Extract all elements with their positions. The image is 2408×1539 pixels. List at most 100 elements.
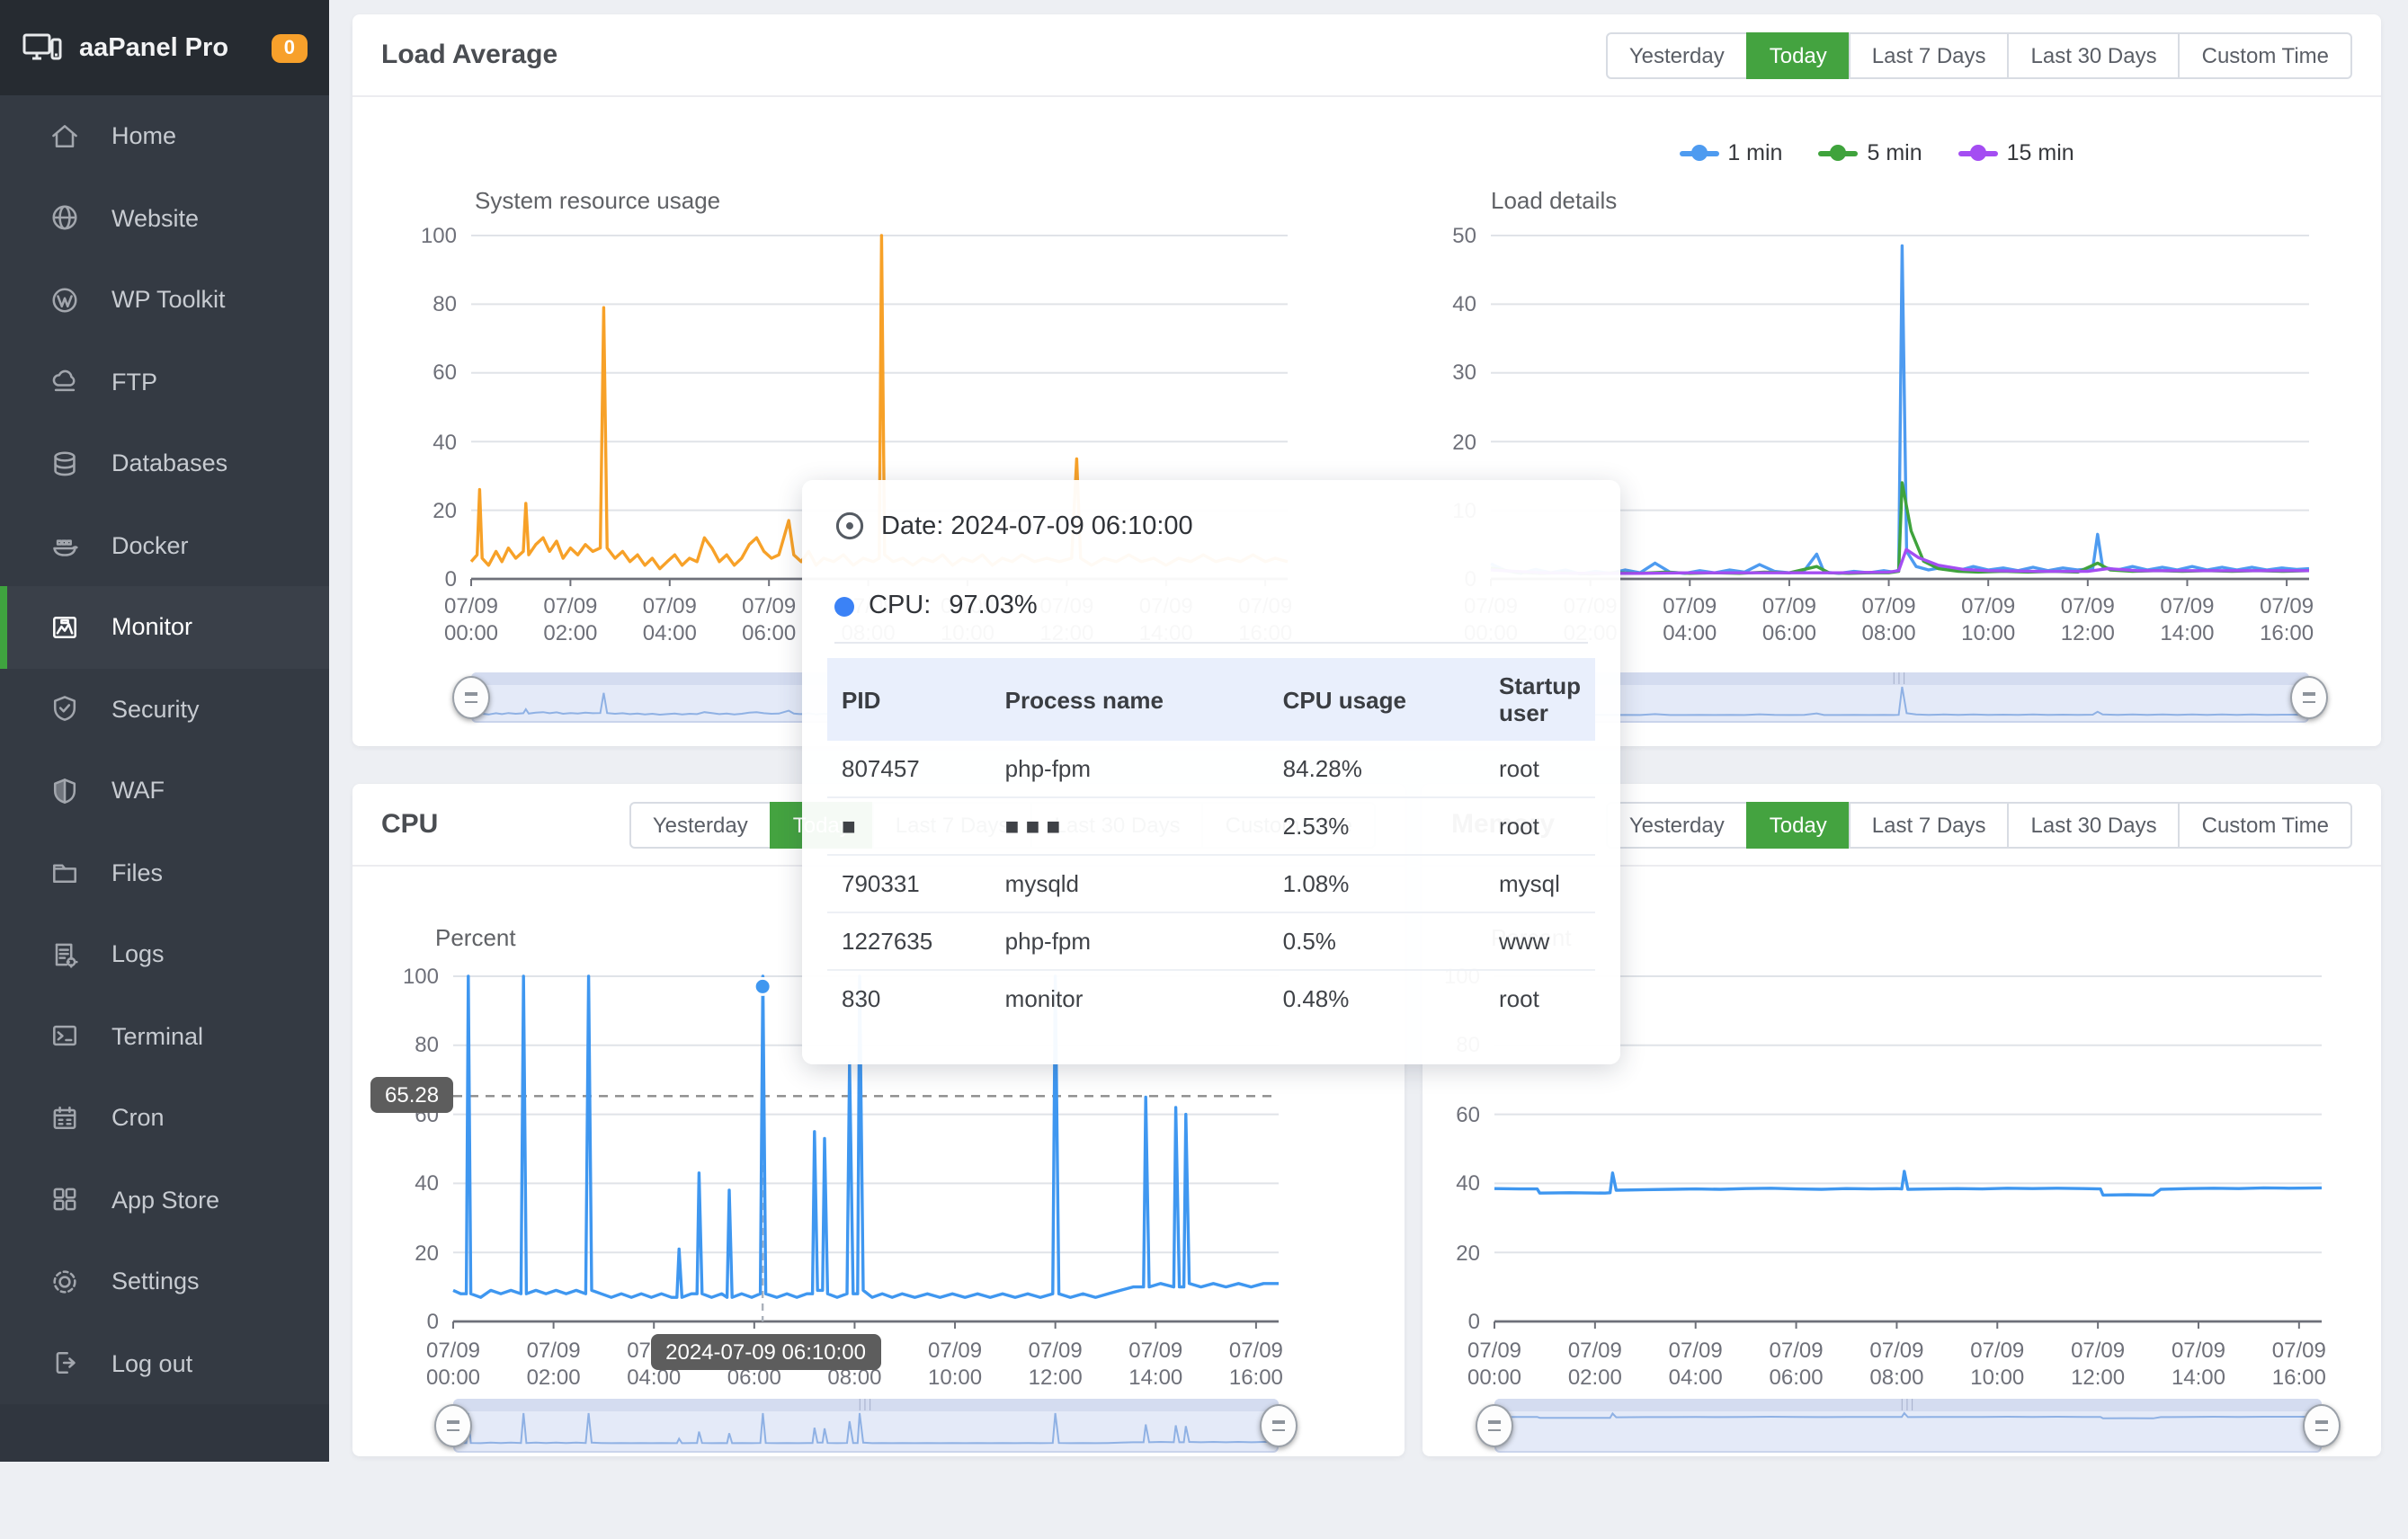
sidebar-item-label: WAF xyxy=(111,778,165,805)
x-axis-label: 07/0908:00 xyxy=(1833,593,1945,647)
y-axis-label: 40 xyxy=(1437,1170,1480,1196)
y-axis-label: 20 xyxy=(1437,1240,1480,1265)
time-button-today[interactable]: Today xyxy=(1746,31,1851,78)
time-button-yesterday[interactable]: Yesterday xyxy=(629,801,771,848)
x-axis-label: 07/0910:00 xyxy=(1932,593,2044,647)
sidebar-item-databases[interactable]: Databases xyxy=(0,423,329,504)
process-table-row: 830monitor0.48%root xyxy=(827,970,1595,1027)
legend-marker-icon xyxy=(1818,150,1858,156)
legend-item-5-min[interactable]: 5 min xyxy=(1818,140,1922,165)
y-axis-label: 20 xyxy=(1423,429,1476,454)
sidebar-item-docker[interactable]: Docker xyxy=(0,504,329,586)
sidebar-item-label: Docker xyxy=(111,532,189,559)
globe-icon xyxy=(49,202,81,235)
datazoom-handle-left[interactable] xyxy=(1476,1404,1513,1447)
sidebar-item-cron[interactable]: Cron xyxy=(0,1077,329,1159)
datazoom-handle-left[interactable] xyxy=(452,676,490,719)
calendar-icon xyxy=(49,1102,81,1134)
process-table-row: 807457php-fpm84.28%root xyxy=(827,741,1595,797)
time-button-last-30-days[interactable]: Last 30 Days xyxy=(2008,801,2181,848)
x-axis-label: 07/0900:00 xyxy=(397,1338,509,1392)
datazoom-handle-right[interactable] xyxy=(2303,1404,2341,1447)
folder-icon xyxy=(49,857,81,889)
y-axis-label: 40 xyxy=(367,1170,439,1196)
sidebar-item-label: Databases xyxy=(111,450,227,477)
brand-name: aaPanel Pro xyxy=(79,33,272,62)
y-axis-label: 0 xyxy=(1437,1309,1480,1334)
x-axis-label: 07/0900:00 xyxy=(1439,1338,1550,1392)
notification-badge[interactable]: 0 xyxy=(272,33,308,62)
sidebar-item-label: Home xyxy=(111,123,176,150)
chart-title: System resource usage xyxy=(475,187,720,214)
terminal-icon xyxy=(49,1020,81,1053)
x-axis-label: 07/0912:00 xyxy=(2042,1338,2154,1392)
sidebar-item-logs[interactable]: Logs xyxy=(0,913,329,995)
time-button-last-7-days[interactable]: Last 7 Days xyxy=(1849,31,2010,78)
series-dot-icon xyxy=(834,596,854,616)
datazoom-slider[interactable]: ||| xyxy=(1494,1399,2322,1453)
log-doc-gear-icon xyxy=(49,939,81,971)
y-axis-label: 0 xyxy=(403,566,457,592)
process-table-header: CPU usage xyxy=(1269,658,1485,741)
shield-check-icon xyxy=(49,693,81,725)
x-axis-label: 07/0904:00 xyxy=(614,593,726,647)
x-axis-label: 07/0914:00 xyxy=(1100,1338,1211,1392)
time-button-last-30-days[interactable]: Last 30 Days xyxy=(2008,31,2181,78)
chart-tooltip: Date: 2024-07-09 06:10:00 CPU: 97.03% PI… xyxy=(802,480,1620,1064)
sidebar-item-ftp[interactable]: FTP xyxy=(0,341,329,423)
x-axis-label: 07/0904:00 xyxy=(1640,1338,1752,1392)
cpu-title: CPU xyxy=(381,809,438,840)
load-average-time-range: YesterdayTodayLast 7 DaysLast 30 DaysCus… xyxy=(1606,31,2352,78)
y-axis-label: 100 xyxy=(403,223,457,248)
sidebar: aaPanel Pro 0 Home Website WP ToolkitFTP Da… xyxy=(0,0,329,1462)
x-axis-label: 07/0910:00 xyxy=(1941,1338,2053,1392)
datazoom-slider[interactable]: ||| xyxy=(453,1399,1279,1453)
x-axis-label: 07/0914:00 xyxy=(2143,1338,2254,1392)
y-axis-label: 60 xyxy=(403,360,457,386)
sidebar-item-waf[interactable]: WAF xyxy=(0,750,329,832)
sidebar-item-settings[interactable]: Settings xyxy=(0,1241,329,1322)
sidebar-item-terminal[interactable]: Terminal xyxy=(0,995,329,1077)
process-table-row: ■■ ■ ■2.53%root xyxy=(827,797,1595,855)
y-axis-label: 0 xyxy=(367,1309,439,1334)
memory-time-range: YesterdayTodayLast 7 DaysLast 30 DaysCus… xyxy=(1606,801,2352,848)
datazoom-handle-right[interactable] xyxy=(1260,1404,1298,1447)
docker-whale-icon xyxy=(49,529,81,562)
datazoom-handle-left[interactable] xyxy=(434,1404,472,1447)
sidebar-item-log-out[interactable]: Log out xyxy=(0,1322,329,1404)
x-axis-label: 07/0900:00 xyxy=(415,593,527,647)
sidebar-item-label: App Store xyxy=(111,1187,219,1214)
chart-title: Load details xyxy=(1491,187,1617,214)
sidebar-item-app-store[interactable]: App Store xyxy=(0,1159,329,1241)
load-average-title: Load Average xyxy=(381,40,557,70)
time-button-last-7-days[interactable]: Last 7 Days xyxy=(1849,801,2010,848)
aapanel-logo-icon xyxy=(22,30,65,66)
process-table-row: 790331mysqld1.08%mysql xyxy=(827,855,1595,912)
x-axis-label: 07/0916:00 xyxy=(2243,1338,2355,1392)
chart-legend: 1 min 5 min 15 min xyxy=(1423,140,2331,165)
sidebar-item-label: Files xyxy=(111,859,163,886)
sidebar-item-label: Log out xyxy=(111,1350,192,1377)
legend-item-15-min[interactable]: 15 min xyxy=(1958,140,2074,165)
time-button-yesterday[interactable]: Yesterday xyxy=(1606,801,1748,848)
x-axis-label: 07/0912:00 xyxy=(2032,593,2144,647)
datazoom-handle-right[interactable] xyxy=(2290,676,2328,719)
process-table: PIDProcess nameCPU usageStartup user8074… xyxy=(827,658,1595,1027)
sidebar-item-label: Security xyxy=(111,696,200,723)
process-table-row: 1227635php-fpm0.5%www xyxy=(827,912,1595,970)
time-button-custom-time[interactable]: Custom Time xyxy=(2179,31,2352,78)
time-button-today[interactable]: Today xyxy=(1746,801,1851,848)
sidebar-item-label: Website xyxy=(111,205,199,232)
time-button-custom-time[interactable]: Custom Time xyxy=(2179,801,2352,848)
sidebar-item-wp-toolkit[interactable]: WP Toolkit xyxy=(0,259,329,341)
legend-item-1-min[interactable]: 1 min xyxy=(1679,140,1782,165)
sidebar-item-files[interactable]: Files xyxy=(0,832,329,913)
grid-squares-icon xyxy=(49,1184,81,1216)
gear-icon xyxy=(49,1266,81,1298)
sidebar-item-home[interactable]: Home xyxy=(0,95,329,177)
x-axis-label: 07/0906:00 xyxy=(1734,593,1845,647)
sidebar-item-monitor[interactable]: Monitor xyxy=(0,586,329,668)
sidebar-item-website[interactable]: Website xyxy=(0,177,329,259)
sidebar-item-security[interactable]: Security xyxy=(0,668,329,750)
time-button-yesterday[interactable]: Yesterday xyxy=(1606,31,1748,78)
